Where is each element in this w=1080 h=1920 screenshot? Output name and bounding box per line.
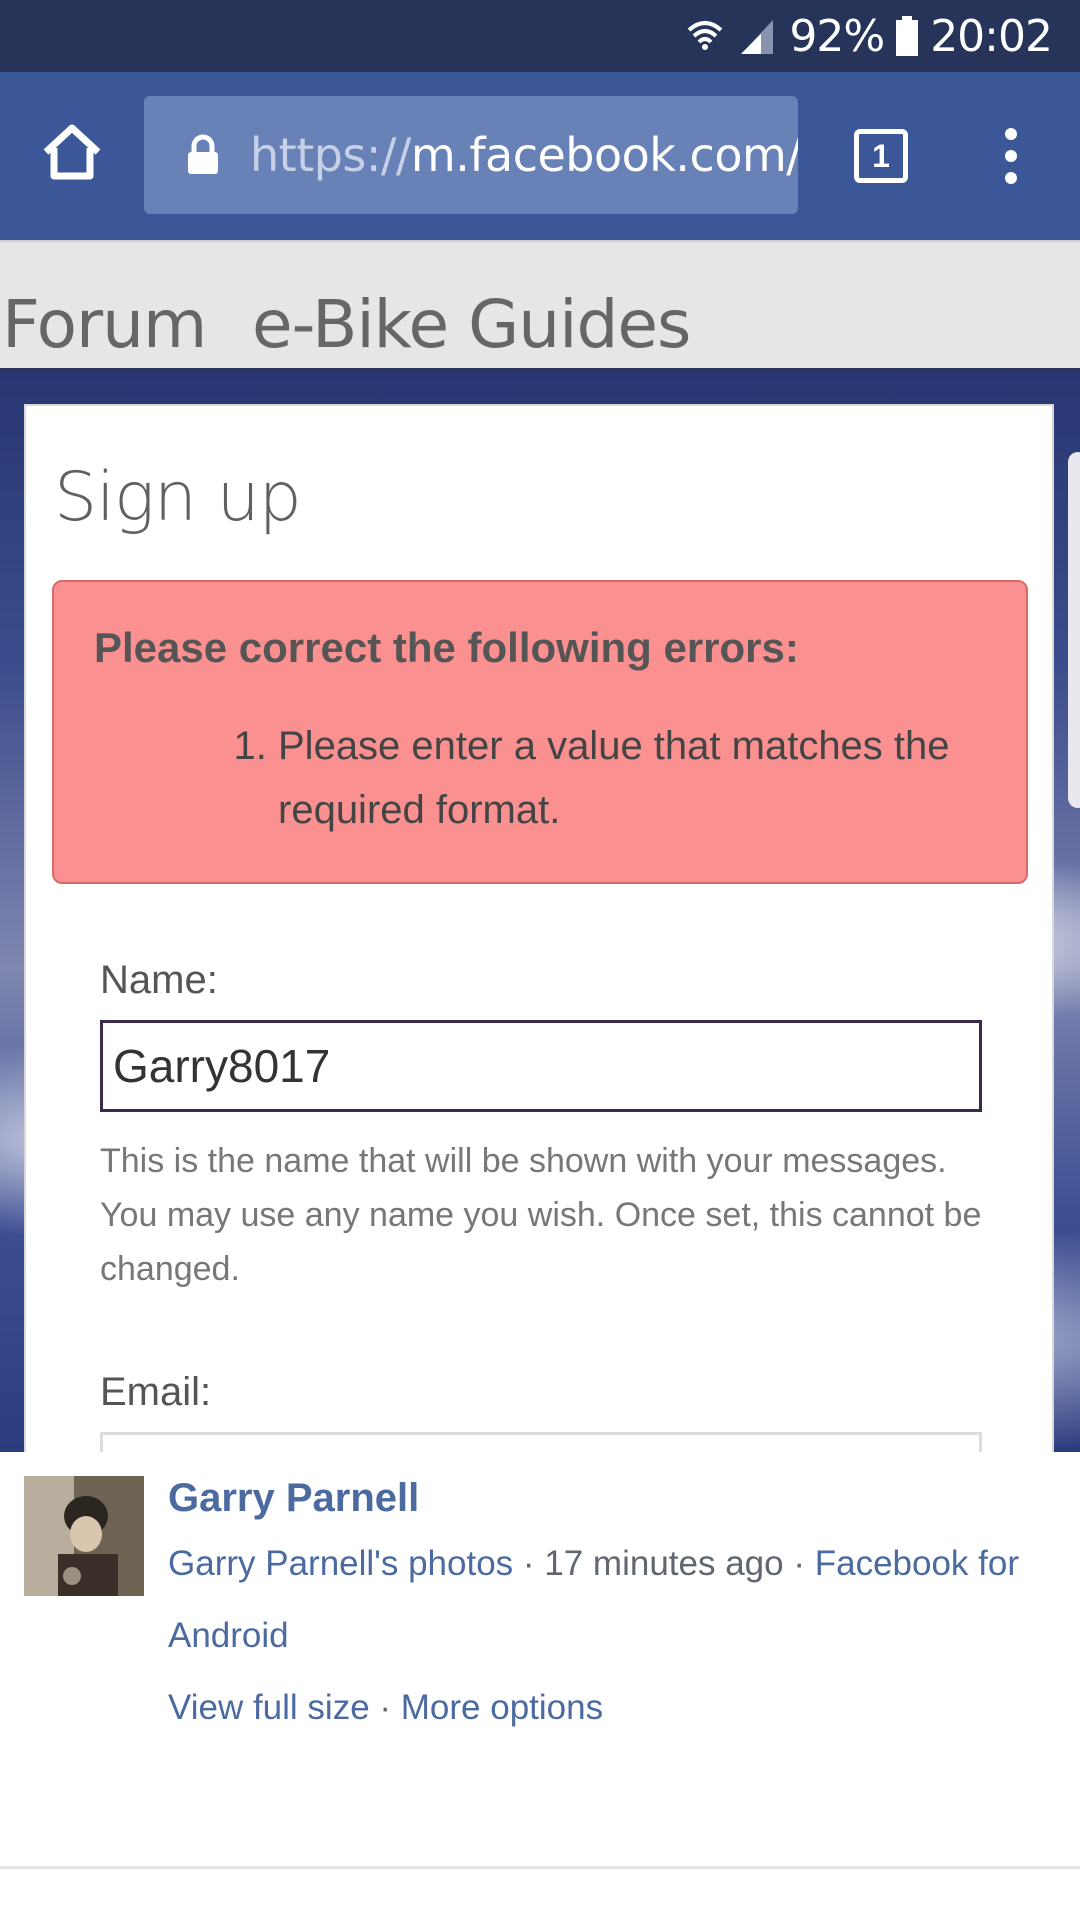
browser-toolbar: https://m.facebook.com/ 1 bbox=[0, 72, 1080, 240]
webpage-screenshot: Forum e-Bike Guides Sign up Please corre… bbox=[0, 240, 1080, 1452]
post-time: 17 minutes ago bbox=[544, 1544, 784, 1583]
post-meta: Garry Parnell's photos · 17 minutes ago … bbox=[168, 1528, 1048, 1744]
meta-separator: · bbox=[783, 1544, 815, 1583]
wifi-icon bbox=[688, 21, 723, 50]
name-input[interactable] bbox=[100, 1020, 982, 1112]
scrollbar-thumb[interactable] bbox=[1068, 452, 1080, 808]
nav-ebike-guides[interactable]: e-Bike Guides bbox=[252, 286, 691, 363]
email-label: Email: bbox=[100, 1370, 212, 1414]
avatar[interactable] bbox=[24, 1476, 144, 1596]
battery-icon bbox=[896, 16, 919, 56]
view-full-size-link[interactable]: View full size bbox=[168, 1688, 370, 1727]
tab-switcher-button[interactable]: 1 bbox=[854, 129, 908, 183]
url-host: m.facebook.com/ bbox=[410, 128, 798, 182]
signup-title: Sign up bbox=[54, 458, 302, 537]
address-bar[interactable]: https://m.facebook.com/ bbox=[144, 96, 798, 214]
name-help-text: This is the name that will be shown with… bbox=[100, 1142, 982, 1288]
more-options-link[interactable]: More options bbox=[401, 1688, 603, 1727]
url-text: https://m.facebook.com/ bbox=[250, 128, 798, 182]
avatar-image bbox=[24, 1476, 144, 1596]
meta-separator: · bbox=[513, 1544, 545, 1583]
more-vert-icon[interactable] bbox=[996, 126, 1026, 186]
site-nav: Forum e-Bike Guides bbox=[0, 240, 1080, 370]
error-box: Please correct the following errors: Ple… bbox=[52, 580, 1028, 884]
lock-icon bbox=[188, 134, 218, 174]
email-input[interactable] bbox=[100, 1432, 982, 1452]
clock: 20:02 bbox=[930, 10, 1053, 62]
status-bar: 92% 20:02 bbox=[0, 0, 1080, 72]
home-icon[interactable] bbox=[40, 120, 104, 184]
divider bbox=[0, 1866, 1080, 1869]
photo-footer: Garry Parnell Garry Parnell's photos · 1… bbox=[0, 1452, 1080, 1920]
status-icons: 92% 20:02 bbox=[685, 10, 1053, 62]
album-link[interactable]: Garry Parnell's photos bbox=[168, 1544, 513, 1583]
signup-card: Sign up Please correct the following err… bbox=[24, 404, 1054, 1452]
error-list: Please enter a value that matches the re… bbox=[230, 714, 1038, 842]
nav-forum[interactable]: Forum bbox=[2, 286, 207, 363]
error-item: Please enter a value that matches the re… bbox=[278, 714, 1038, 842]
signal-icon bbox=[741, 20, 774, 54]
author-name[interactable]: Garry Parnell bbox=[168, 1476, 419, 1521]
battery-percent: 92% bbox=[789, 10, 885, 62]
meta-separator: · bbox=[369, 1688, 401, 1727]
name-label: Name: bbox=[100, 958, 218, 1002]
url-scheme: https:// bbox=[250, 128, 411, 182]
error-heading: Please correct the following errors: bbox=[94, 624, 799, 671]
nav-divider bbox=[0, 368, 1080, 372]
